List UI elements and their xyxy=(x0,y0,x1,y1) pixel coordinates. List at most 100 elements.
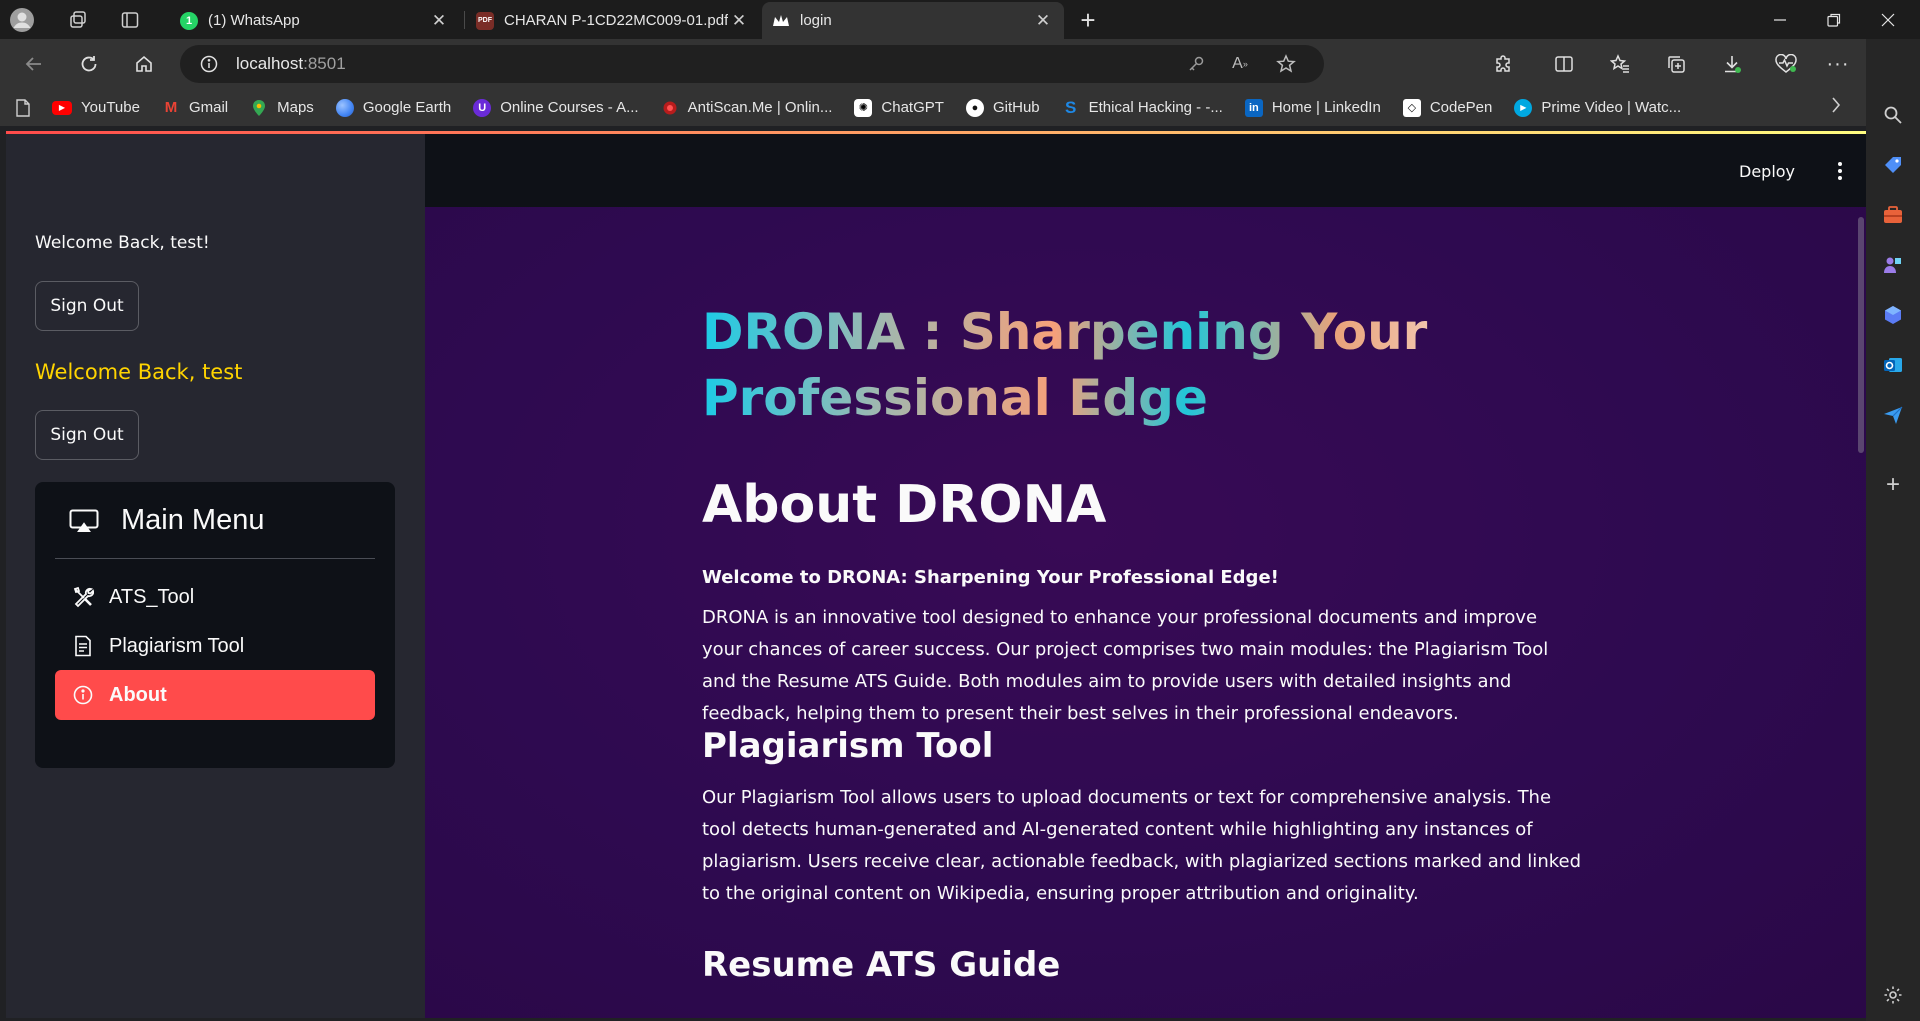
plagiarism-heading: Plagiarism Tool xyxy=(702,726,994,766)
bookmark-github[interactable]: ● GitHub xyxy=(965,98,1040,117)
menu-item-label: Plagiarism Tool xyxy=(109,634,245,657)
chevron-right-icon[interactable] xyxy=(1830,95,1842,115)
extensions-icon[interactable] xyxy=(1488,48,1520,80)
courses-icon: U xyxy=(473,98,492,117)
prime-video-icon: ▶ xyxy=(1514,98,1533,117)
welcome-message-highlight: Welcome Back, test xyxy=(35,360,243,384)
main-scrollbar[interactable] xyxy=(1856,207,1866,1018)
workspaces-icon[interactable] xyxy=(62,4,94,36)
pdf-icon: PDF xyxy=(476,11,494,30)
minimize-icon[interactable] xyxy=(1752,0,1808,39)
browser-essentials-icon[interactable] xyxy=(1770,48,1802,80)
menu-item-label: About xyxy=(109,683,167,706)
page-viewport: Welcome Back, test! Sign Out Welcome Bac… xyxy=(6,131,1866,1018)
favorites-icon[interactable] xyxy=(1604,48,1636,80)
tools-briefcase-icon[interactable] xyxy=(1879,201,1907,229)
site-info-icon[interactable] xyxy=(200,55,218,73)
url-text: localhost:8501 xyxy=(236,54,346,73)
downloads-icon[interactable] xyxy=(1716,48,1748,80)
kebab-menu-icon[interactable] xyxy=(1825,156,1855,186)
plagiarism-paragraph: Our Plagiarism Tool allows users to uplo… xyxy=(702,787,1582,904)
main-menu: Main Menu ATS_Tool Plagiarism Tool About xyxy=(35,482,395,768)
bookmark-ethical-hacking[interactable]: S Ethical Hacking - -... xyxy=(1062,97,1223,117)
main-menu-title: Main Menu xyxy=(121,504,265,536)
streamlit-crown-icon xyxy=(772,12,790,30)
tools-icon xyxy=(71,585,95,609)
github-icon: ● xyxy=(965,98,984,117)
app-header: Deploy xyxy=(425,134,1866,207)
menu-item-about[interactable]: About xyxy=(55,670,375,720)
codepen-icon: ◇ xyxy=(1402,98,1421,117)
close-tab-icon[interactable]: ✕ xyxy=(1032,10,1054,32)
back-icon[interactable] xyxy=(18,48,50,80)
bookmark-online-courses[interactable]: U Online Courses - A... xyxy=(473,98,639,117)
main-scrollbar-thumb[interactable] xyxy=(1858,217,1864,453)
tab-whatsapp[interactable]: 1 (1) WhatsApp ✕ xyxy=(170,2,460,39)
maps-icon xyxy=(250,99,268,117)
password-key-icon[interactable] xyxy=(1180,48,1212,80)
menu-item-plagiarism-tool[interactable]: Plagiarism Tool xyxy=(55,621,375,671)
linkedin-icon: in xyxy=(1244,98,1263,117)
tab-separator xyxy=(464,11,465,29)
edge-sidebar: + xyxy=(1866,39,1920,1021)
more-options-icon[interactable]: ··· xyxy=(1822,48,1854,80)
new-tab-icon[interactable]: + xyxy=(1072,4,1104,36)
menu-divider xyxy=(55,558,375,559)
send-icon[interactable] xyxy=(1879,401,1907,429)
bookmark-chatgpt[interactable]: ✺ ChatGPT xyxy=(854,98,944,117)
resume-ats-heading: Resume ATS Guide xyxy=(702,945,1061,985)
youtube-icon: ▶ xyxy=(52,100,72,115)
bookmark-antiscan[interactable]: AntiScan.Me | Onlin... xyxy=(661,99,832,117)
search-icon[interactable] xyxy=(1879,101,1907,129)
address-bar[interactable]: localhost:8501 A» xyxy=(180,45,1324,83)
main-content: DRONA : Sharpening Your Professional Edg… xyxy=(425,207,1866,1018)
refresh-icon[interactable] xyxy=(73,48,105,80)
split-screen-icon[interactable] xyxy=(1548,48,1580,80)
ethical-hacking-icon: S xyxy=(1064,97,1077,117)
bookmark-prime-video[interactable]: ▶ Prime Video | Watc... xyxy=(1514,98,1681,117)
antiscan-icon xyxy=(661,99,679,117)
sign-out-button-2[interactable]: Sign Out xyxy=(35,410,139,460)
sign-out-button[interactable]: Sign Out xyxy=(35,281,139,331)
menu-item-label: ATS_Tool xyxy=(109,585,195,608)
menu-item-ats-tool[interactable]: ATS_Tool xyxy=(55,572,375,622)
add-icon[interactable]: + xyxy=(1879,471,1907,499)
bookmark-linkedin[interactable]: in Home | LinkedIn xyxy=(1244,98,1381,117)
welcome-message: Welcome Back, test! xyxy=(35,233,210,253)
bookmark-google-earth[interactable]: Google Earth xyxy=(335,98,451,117)
outlook-icon[interactable] xyxy=(1879,351,1907,379)
tab-title: (1) WhatsApp xyxy=(208,12,300,29)
favorite-star-icon[interactable] xyxy=(1270,48,1302,80)
shopping-tag-icon[interactable] xyxy=(1879,151,1907,179)
home-icon[interactable] xyxy=(128,48,160,80)
copilot-app-icon[interactable] xyxy=(1879,301,1907,329)
bookmark-youtube[interactable]: ▶ YouTube xyxy=(52,99,140,116)
welcome-strong-text: Welcome to DRONA: Sharpening Your Profes… xyxy=(702,567,1279,588)
browser-tab-strip: 1 (1) WhatsApp ✕ PDF CHARAN P-1CD22MC009… xyxy=(0,0,1920,39)
tab-pdf[interactable]: PDF CHARAN P-1CD22MC009-01.pdf ✕ xyxy=(466,2,760,39)
cast-display-icon xyxy=(69,509,99,533)
main-menu-header: Main Menu xyxy=(69,504,264,537)
tab-title: login xyxy=(800,12,832,29)
bookmark-maps[interactable]: Maps xyxy=(250,99,314,117)
bookmark-gmail[interactable]: M Gmail xyxy=(162,99,228,117)
settings-gear-icon[interactable] xyxy=(1879,981,1907,1009)
read-aloud-icon[interactable]: A» xyxy=(1224,48,1256,80)
bookmark-codepen[interactable]: ◇ CodePen xyxy=(1402,98,1492,117)
app-sidebar: Welcome Back, test! Sign Out Welcome Bac… xyxy=(6,134,425,1018)
profile-avatar-icon[interactable] xyxy=(6,4,38,36)
restore-icon[interactable] xyxy=(1806,0,1862,39)
google-earth-icon xyxy=(335,98,354,117)
close-window-icon[interactable] xyxy=(1860,0,1916,39)
tab-login[interactable]: login ✕ xyxy=(762,2,1064,39)
close-tab-icon[interactable]: ✕ xyxy=(428,10,450,32)
page-icon[interactable] xyxy=(16,98,30,117)
info-icon xyxy=(71,683,95,707)
vertical-tabs-icon[interactable] xyxy=(114,4,146,36)
games-icon[interactable] xyxy=(1879,251,1907,279)
chatgpt-icon: ✺ xyxy=(854,98,873,117)
hero-title-line-1: DRONA : Sharpening Your xyxy=(702,303,1428,361)
collections-icon[interactable] xyxy=(1660,48,1692,80)
close-tab-icon[interactable]: ✕ xyxy=(728,10,750,32)
deploy-button[interactable]: Deploy xyxy=(1731,156,1803,186)
